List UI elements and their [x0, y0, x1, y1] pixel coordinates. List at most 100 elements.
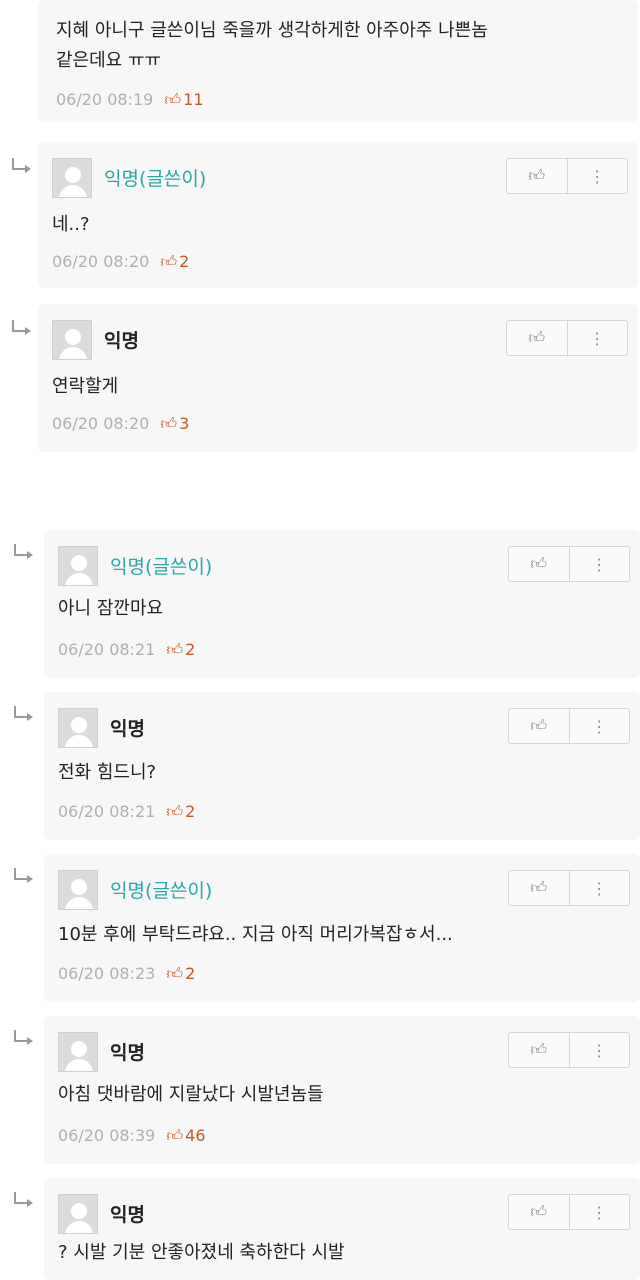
comment-text: 네..? — [52, 214, 90, 235]
comment-text: 아니 잠깐마요 — [58, 598, 164, 619]
thumbs-up-icon: 👍︎ — [166, 1126, 184, 1145]
comment-card: 익명 👍︎ ⋮ 전화 힘드니? 06/20 08:21 👍︎ 2 — [44, 692, 640, 840]
comment-time: 06/20 08:20 — [52, 252, 150, 271]
comment-text-line-2: 같은데요 ㅠㅠ — [56, 50, 162, 71]
comment-actions: 👍︎ ⋮ — [508, 708, 630, 744]
comment-text: ? 시발 기분 안좋아졌네 축하한다 시발 — [58, 1242, 345, 1263]
comment-time: 06/20 08:39 — [58, 1126, 156, 1145]
comment-meta: 06/20 08:19 👍︎ 11 — [56, 90, 204, 110]
like-count[interactable]: 👍︎ 3 — [160, 414, 189, 433]
like-count[interactable]: 👍︎ 2 — [166, 640, 195, 659]
reply-arrow-icon — [14, 868, 33, 883]
comment-meta: 06/20 08:23 👍︎ 2 — [58, 964, 195, 984]
comment-time: 06/20 08:20 — [52, 414, 150, 433]
like-count[interactable]: 👍︎ 11 — [164, 90, 203, 109]
like-button[interactable]: 👍︎ — [509, 547, 569, 581]
comment-meta: 06/20 08:21 👍︎ 2 — [58, 640, 195, 660]
thumbs-up-icon: 👍︎ — [530, 1202, 548, 1221]
thumbs-up-icon: 👍︎ — [528, 328, 546, 347]
reply-arrow-icon — [12, 158, 31, 173]
more-button[interactable]: ⋮ — [568, 1195, 630, 1229]
avatar — [52, 158, 92, 198]
comment-author: 익명 — [110, 1042, 145, 1064]
more-vertical-icon: ⋮ — [591, 554, 608, 574]
thumbs-up-icon: 👍︎ — [166, 964, 184, 983]
like-count[interactable]: 👍︎ 2 — [166, 964, 195, 983]
comment-meta: 06/20 08:21 👍︎ 2 — [58, 802, 195, 822]
thumbs-up-icon: 👍︎ — [164, 90, 182, 109]
comment-actions: 👍︎ ⋮ — [506, 320, 628, 356]
comment-actions: 👍︎ ⋮ — [506, 158, 628, 194]
avatar — [58, 870, 98, 910]
more-vertical-icon: ⋮ — [589, 328, 606, 348]
thumbs-up-icon: 👍︎ — [530, 1040, 548, 1059]
reply-arrow-icon — [14, 544, 33, 559]
more-button[interactable]: ⋮ — [568, 709, 630, 743]
comment-time: 06/20 08:21 — [58, 640, 156, 659]
thumbs-up-icon: 👍︎ — [530, 878, 548, 897]
comment-card: 익명 👍︎ ⋮ 아침 댓바람에 지랄났다 시발년놈들 06/20 08:39 👍… — [44, 1016, 640, 1164]
thumbs-up-icon: 👍︎ — [530, 554, 548, 573]
thumbs-up-icon: 👍︎ — [166, 802, 184, 821]
avatar — [58, 546, 98, 586]
comment-author: 익명 — [110, 718, 145, 740]
comment-time: 06/20 08:23 — [58, 964, 156, 983]
comment-author: 익명(글쓴이) — [110, 556, 213, 578]
comment-text: 연락할게 — [52, 376, 119, 397]
more-vertical-icon: ⋮ — [591, 1040, 608, 1060]
avatar — [58, 1032, 98, 1072]
comment-card: 익명 👍︎ ⋮ 연락할게 06/20 08:20 👍︎ 3 — [38, 304, 638, 452]
thumbs-up-icon: 👍︎ — [530, 716, 548, 735]
like-button[interactable]: 👍︎ — [509, 709, 569, 743]
reply-arrow-icon — [14, 1192, 33, 1207]
comment-time: 06/20 08:19 — [56, 90, 154, 109]
comment-actions: 👍︎ ⋮ — [508, 1194, 630, 1230]
comment-author: 익명(글쓴이) — [104, 168, 207, 190]
thumbs-up-icon: 👍︎ — [528, 166, 546, 185]
comment-text: 10분 후에 부탁드랴요.. 지금 아직 머리가복잡ㅎ서... — [58, 924, 453, 945]
like-count[interactable]: 👍︎ 2 — [160, 252, 189, 271]
like-button[interactable]: 👍︎ — [507, 159, 567, 193]
comment-card: 익명 👍︎ ⋮ ? 시발 기분 안좋아졌네 축하한다 시발 — [44, 1178, 640, 1280]
like-button[interactable]: 👍︎ — [507, 321, 567, 355]
more-button[interactable]: ⋮ — [568, 871, 630, 905]
comment-card: 익명(글쓴이) 👍︎ ⋮ 네..? 06/20 08:20 👍︎ 2 — [38, 142, 638, 288]
comment-actions: 👍︎ ⋮ — [508, 1032, 630, 1068]
thumbs-up-icon: 👍︎ — [160, 414, 178, 433]
more-button[interactable]: ⋮ — [566, 321, 628, 355]
comment-text-line-1: 지혜 아니구 글쓴이님 죽을까 생각하게한 아주아주 나쁜놈 — [56, 20, 488, 41]
comment-text: 전화 힘드니? — [58, 762, 157, 783]
comment-actions: 👍︎ ⋮ — [508, 546, 630, 582]
comment-author: 익명 — [110, 1204, 145, 1226]
avatar — [58, 1194, 98, 1234]
more-vertical-icon: ⋮ — [591, 1202, 608, 1222]
like-button[interactable]: 👍︎ — [509, 871, 569, 905]
thumbs-up-icon: 👍︎ — [160, 252, 178, 271]
comment-meta: 06/20 08:20 👍︎ 2 — [52, 252, 189, 272]
more-vertical-icon: ⋮ — [591, 878, 608, 898]
avatar — [58, 708, 98, 748]
like-button[interactable]: 👍︎ — [509, 1195, 569, 1229]
reply-arrow-icon — [12, 320, 31, 335]
comment-card: 익명(글쓴이) 👍︎ ⋮ 10분 후에 부탁드랴요.. 지금 아직 머리가복잡ㅎ… — [44, 854, 640, 1002]
thumbs-up-icon: 👍︎ — [166, 640, 184, 659]
comment-card: 익명(글쓴이) 👍︎ ⋮ 아니 잠깐마요 06/20 08:21 👍︎ 2 — [44, 530, 640, 678]
more-button[interactable]: ⋮ — [568, 1033, 630, 1067]
reply-arrow-icon — [14, 1030, 33, 1045]
more-button[interactable]: ⋮ — [568, 547, 630, 581]
like-count[interactable]: 👍︎ 2 — [166, 802, 195, 821]
more-button[interactable]: ⋮ — [566, 159, 628, 193]
like-count[interactable]: 👍︎ 46 — [166, 1126, 205, 1145]
avatar — [52, 320, 92, 360]
comment-card: 지혜 아니구 글쓴이님 죽을까 생각하게한 아주아주 나쁜놈 같은데요 ㅠㅠ 0… — [38, 0, 638, 122]
comment-author: 익명 — [104, 330, 139, 352]
like-button[interactable]: 👍︎ — [509, 1033, 569, 1067]
more-vertical-icon: ⋮ — [591, 716, 608, 736]
more-vertical-icon: ⋮ — [589, 166, 606, 186]
comment-text: 아침 댓바람에 지랄났다 시발년놈들 — [58, 1084, 324, 1105]
comment-actions: 👍︎ ⋮ — [508, 870, 630, 906]
comment-meta: 06/20 08:20 👍︎ 3 — [52, 414, 189, 434]
comment-author: 익명(글쓴이) — [110, 880, 213, 902]
comment-meta: 06/20 08:39 👍︎ 46 — [58, 1126, 206, 1146]
reply-arrow-icon — [14, 706, 33, 721]
